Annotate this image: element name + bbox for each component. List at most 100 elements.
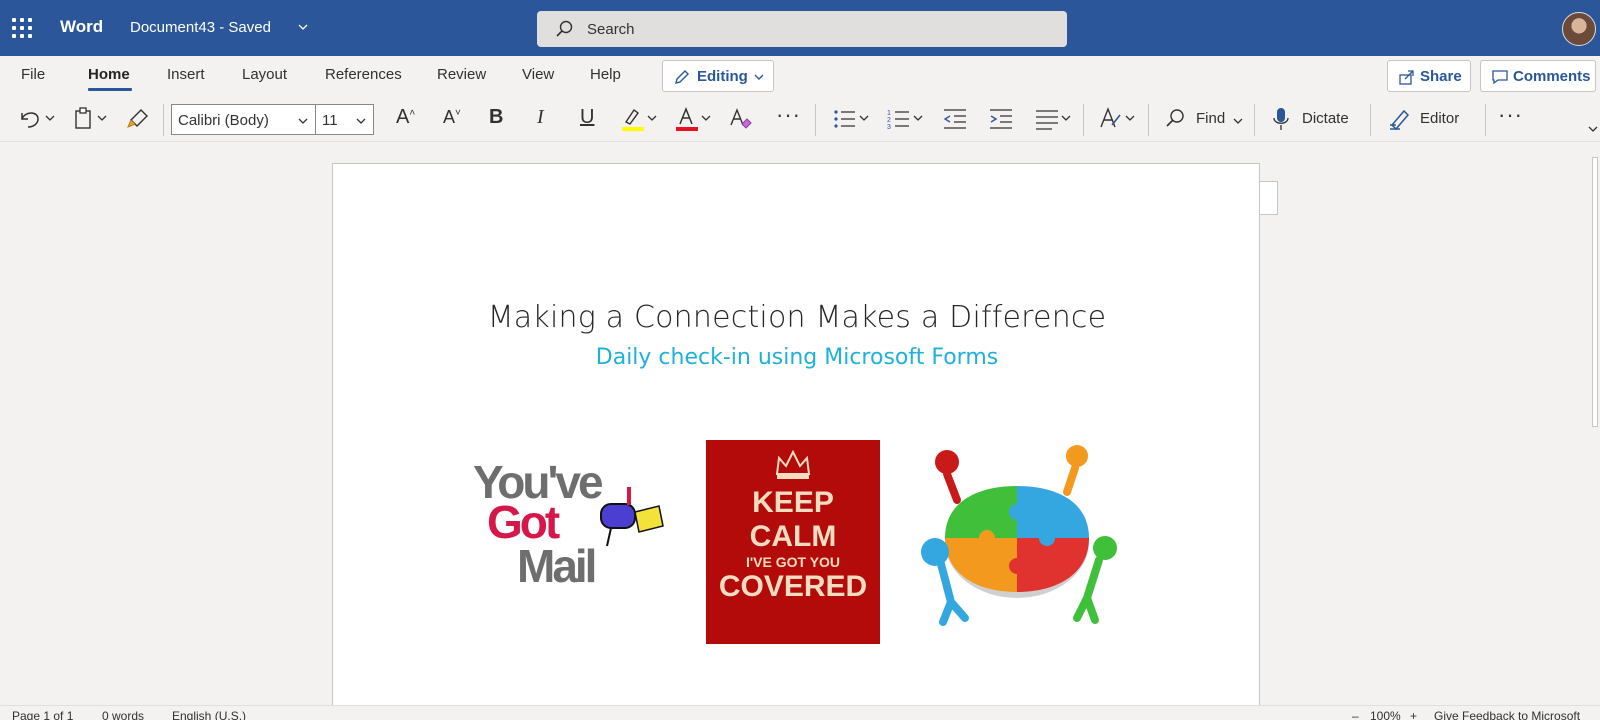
numbering-icon: 123: [887, 110, 923, 131]
comments-button[interactable]: Comments: [1480, 60, 1596, 92]
tab-home[interactable]: Home: [88, 66, 130, 83]
chevron-down-icon: [298, 118, 308, 124]
editing-label: Editing: [697, 68, 748, 85]
grow-font-button[interactable]: A˄: [396, 106, 415, 129]
font-name-dropdown[interactable]: Calibri (Body): [171, 104, 316, 135]
chevron-down-icon[interactable]: [1588, 124, 1598, 134]
find-label[interactable]: Find: [1196, 110, 1225, 127]
font-color-icon: [676, 106, 711, 131]
zoom-out-button[interactable]: –: [1352, 709, 1359, 720]
more-font-options-button[interactable]: ···: [776, 102, 801, 128]
document-name[interactable]: Document43 - Saved: [130, 19, 271, 36]
more-options-button[interactable]: ···: [1498, 102, 1523, 128]
grow-font-icon: A: [396, 106, 410, 128]
keep-calm-line1: KEEP: [752, 486, 834, 519]
active-tab-indicator: [88, 88, 132, 91]
decrease-indent-button[interactable]: [942, 105, 968, 133]
tab-insert[interactable]: Insert: [167, 66, 205, 83]
share-icon: [1399, 70, 1414, 85]
editor-pen-icon: [1390, 109, 1410, 131]
toolbar-divider: [163, 104, 164, 136]
avatar[interactable]: [1562, 12, 1596, 46]
increase-indent-button[interactable]: [988, 105, 1014, 133]
chevron-down-icon: [356, 118, 366, 124]
app-name[interactable]: Word: [60, 17, 103, 37]
search-icon: [556, 20, 573, 37]
tab-layout[interactable]: Layout: [242, 66, 287, 83]
shrink-font-icon: A: [443, 107, 456, 127]
tab-view[interactable]: View: [522, 66, 554, 83]
bullets-icon: [834, 110, 869, 128]
styles-icon: [1100, 107, 1135, 128]
chevron-down-icon: [754, 74, 764, 80]
vertical-scrollbar[interactable]: [1590, 143, 1600, 705]
editor-button[interactable]: [1388, 105, 1412, 133]
language-indicator[interactable]: English (U.S.): [172, 709, 246, 720]
dictate-button[interactable]: [1272, 105, 1290, 133]
format-painter-button[interactable]: [126, 105, 152, 133]
paste-button[interactable]: [72, 105, 112, 133]
title-bar: Word Document43 - Saved: [0, 0, 1600, 56]
tab-help[interactable]: Help: [590, 66, 621, 83]
toolbar-divider: [815, 104, 816, 136]
highlighter-icon: [622, 108, 657, 131]
undo-button[interactable]: [16, 105, 56, 133]
document-title: Making a Connection Makes a Difference: [487, 300, 1107, 335]
home-toolbar: Calibri (Body) 11 A˄ A˅ B I U ··· 123 Fi…: [0, 96, 1600, 142]
zoom-level[interactable]: 100%: [1370, 709, 1401, 720]
align-button[interactable]: [1034, 105, 1076, 133]
tab-review[interactable]: Review: [437, 66, 486, 83]
svg-text:1: 1: [887, 110, 891, 117]
find-button[interactable]: [1164, 105, 1186, 133]
document-page[interactable]: Making a Connection Makes a Difference D…: [332, 163, 1260, 705]
keep-calm-line2: CALM: [749, 520, 837, 553]
styles-button[interactable]: [1098, 105, 1140, 133]
give-feedback-link[interactable]: Give Feedback to Microsoft: [1434, 709, 1580, 720]
underline-button[interactable]: U: [580, 106, 594, 129]
chevron-down-icon[interactable]: [296, 20, 310, 34]
font-size-dropdown[interactable]: 11: [315, 104, 374, 135]
toolbar-divider: [1485, 104, 1486, 136]
bullets-button[interactable]: [832, 105, 874, 133]
tab-references[interactable]: References: [325, 66, 402, 83]
align-icon: [1036, 110, 1071, 130]
document-canvas: Making a Connection Makes a Difference D…: [0, 143, 1600, 705]
italic-button[interactable]: I: [537, 106, 544, 129]
editor-label[interactable]: Editor: [1420, 110, 1459, 127]
font-color-button[interactable]: [674, 105, 716, 133]
share-button[interactable]: Share: [1387, 60, 1471, 92]
editing-mode-button[interactable]: Editing: [662, 60, 774, 92]
search-box[interactable]: [537, 11, 1067, 47]
youve-got-mail-image[interactable]: You've Got Mail: [473, 450, 673, 590]
bold-button[interactable]: B: [489, 106, 503, 129]
decrease-indent-icon: [943, 109, 966, 129]
microphone-icon: [1273, 108, 1289, 130]
keep-calm-line3: I'VE GOT YOU: [745, 554, 841, 570]
clear-formatting-button[interactable]: [728, 105, 754, 133]
highlight-button[interactable]: [620, 105, 662, 133]
comment-icon: [1492, 70, 1508, 85]
search-input[interactable]: [587, 17, 1047, 41]
mail-text-line3: Mail: [517, 540, 595, 590]
ribbon-tabs: File Home Insert Layout References Revie…: [0, 56, 1600, 96]
clear-formatting-icon: [730, 108, 752, 129]
status-bar: Page 1 of 1 0 words English (U.S.) – 100…: [0, 705, 1600, 720]
app-launcher-icon[interactable]: [12, 18, 32, 38]
puzzle-teamwork-image[interactable]: [917, 442, 1117, 638]
share-label: Share: [1420, 68, 1462, 85]
dictate-label[interactable]: Dictate: [1302, 110, 1349, 127]
pencil-icon: [675, 70, 689, 84]
chevron-down-icon[interactable]: [1232, 115, 1244, 127]
word-count: 0 words: [102, 709, 145, 720]
tab-file[interactable]: File: [21, 66, 45, 83]
toolbar-divider: [1148, 104, 1149, 136]
keep-calm-poster-image[interactable]: KEEP CALM I'VE GOT YOU COVERED: [706, 440, 880, 644]
search-icon: [1166, 109, 1184, 127]
page-count: Page 1 of 1: [12, 709, 74, 720]
zoom-in-button[interactable]: +: [1410, 709, 1417, 720]
scrollbar-thumb[interactable]: [1592, 157, 1598, 427]
font-name-value: Calibri (Body): [178, 112, 269, 129]
numbering-button[interactable]: 123: [886, 105, 928, 133]
font-size-value: 11: [322, 112, 338, 129]
shrink-font-button[interactable]: A˅: [443, 106, 461, 129]
